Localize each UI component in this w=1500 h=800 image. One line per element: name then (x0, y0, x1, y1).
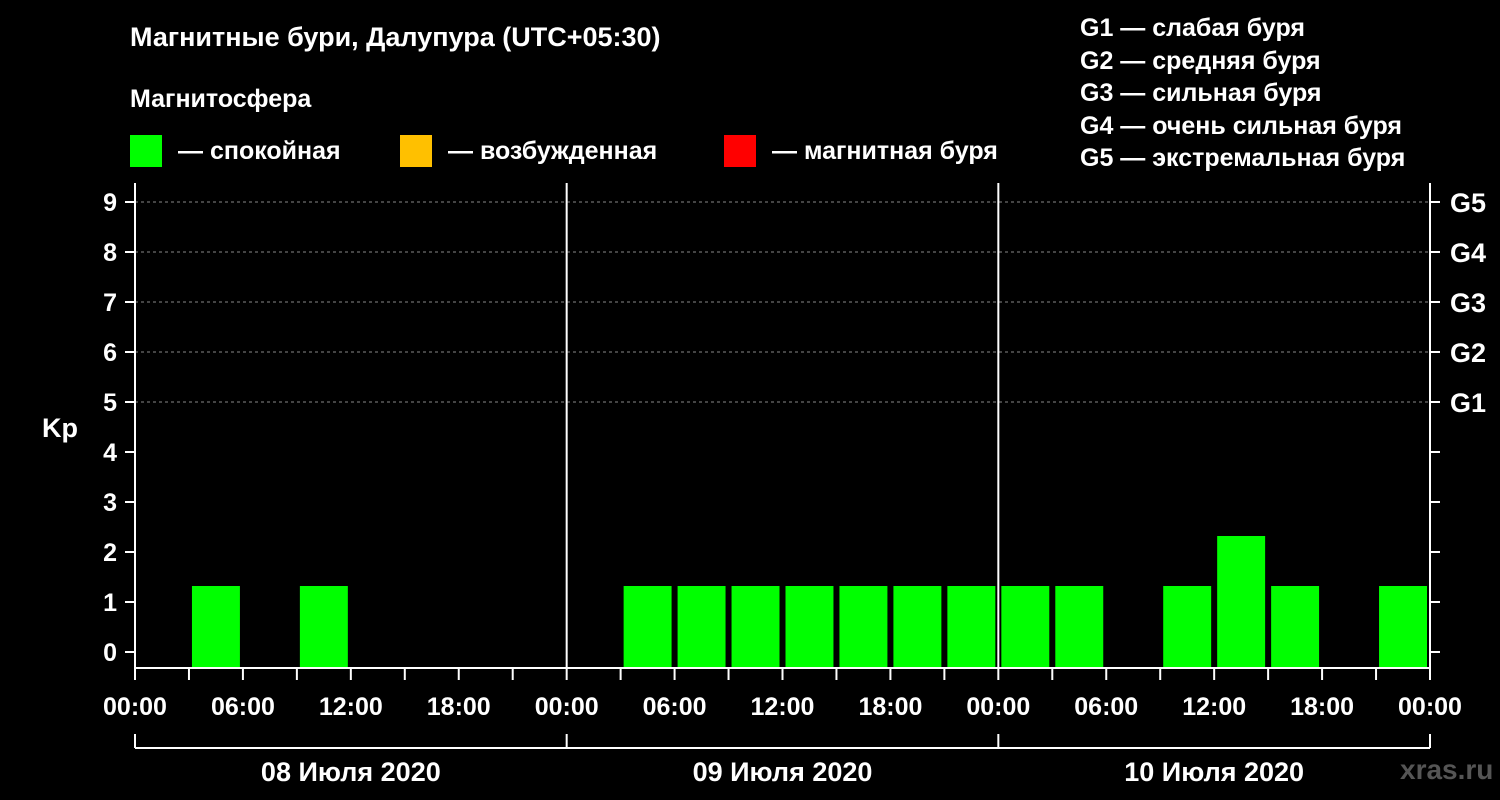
x-tick-label-0: 00:00 (103, 693, 167, 721)
day-label-3: 10 Июля 2020 (1124, 757, 1304, 787)
watermark: xras.ru (1400, 754, 1494, 785)
kp-bar-3 (623, 586, 672, 668)
kp-bar-7 (839, 586, 888, 668)
y-tick-label-7: 7 (103, 289, 117, 317)
x-tick-label-11: 18:00 (1290, 693, 1354, 721)
kp-bar-8 (893, 586, 942, 668)
kp-bar-2 (299, 586, 348, 668)
y-tick-label-4: 4 (103, 439, 117, 467)
kp-bar-9 (947, 586, 996, 668)
y-tick-label-5: 5 (103, 389, 117, 417)
kp-bar-14 (1271, 586, 1320, 668)
kp-bar-10 (1001, 586, 1050, 668)
x-tick-label-1: 06:00 (211, 693, 275, 721)
x-tick-label-5: 06:00 (643, 693, 707, 721)
x-tick-label-3: 18:00 (427, 693, 491, 721)
x-tick-label-8: 00:00 (966, 693, 1030, 721)
kp-bar-chart: 0 1 2 3 4 5 6 7 8 9 G1 G2 G3 G4 G5 Kp 00:00 06:00 12:00 18:… (42, 183, 1486, 787)
kp-bar-4 (677, 586, 726, 668)
kp-bar-13 (1217, 536, 1266, 668)
right-axis-label-g1: G1 (1450, 388, 1486, 418)
day-label-1: 08 Июля 2020 (261, 757, 441, 787)
y-tick-label-9: 9 (103, 189, 117, 217)
right-axis-label-g3: G3 (1450, 288, 1486, 318)
day-label-2: 09 Июля 2020 (693, 757, 873, 787)
x-tick-label-4: 00:00 (535, 693, 599, 721)
right-axis-label-g2: G2 (1450, 338, 1486, 368)
kp-bar-12 (1163, 586, 1212, 668)
y-tick-label-6: 6 (103, 339, 117, 367)
y-tick-label-3: 3 (103, 489, 117, 517)
kp-bar-5 (731, 586, 780, 668)
kp-bar-11 (1055, 586, 1104, 668)
x-tick-label-7: 18:00 (858, 693, 922, 721)
y-axis-title: Kp (42, 413, 78, 443)
y-tick-label-0: 0 (103, 639, 117, 667)
right-axis-label-g5: G5 (1450, 188, 1486, 218)
x-tick-label-10: 12:00 (1182, 693, 1246, 721)
x-tick-label-2: 12:00 (319, 693, 383, 721)
y-tick-label-1: 1 (103, 589, 117, 617)
right-axis-label-g4: G4 (1450, 238, 1486, 268)
x-tick-label-6: 12:00 (751, 693, 815, 721)
x-tick-label-9: 06:00 (1074, 693, 1138, 721)
y-tick-label-8: 8 (103, 239, 117, 267)
kp-bar-1 (191, 586, 240, 668)
kp-bar-6 (785, 586, 834, 668)
x-tick-label-12: 00:00 (1398, 693, 1462, 721)
kp-bar-15 (1379, 586, 1427, 668)
y-tick-label-2: 2 (103, 539, 117, 567)
